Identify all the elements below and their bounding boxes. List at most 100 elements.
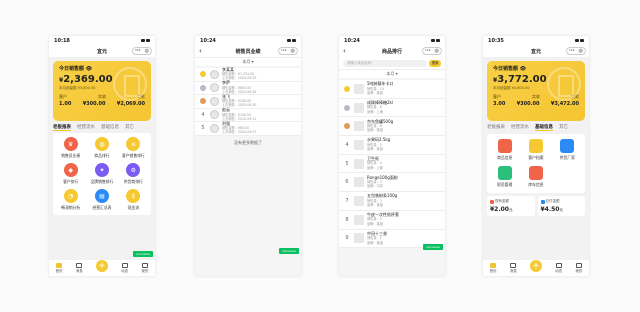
product-row[interactable]: 6 Ronge100g面粉 销售量：3 品牌：中京 — [339, 173, 445, 193]
grid-item[interactable]: 客户档案 — [520, 139, 551, 161]
watermark-logo-icon — [547, 67, 581, 101]
grid-item-label: 销售员业绩 — [61, 153, 81, 158]
salesperson-row[interactable]: 5 刘强 销售金额：¥80.00 上次销售：2020-09-07 — [195, 121, 301, 136]
tab-basic-info[interactable]: 基础信息 — [101, 124, 119, 131]
miniapp-capsule[interactable]: ··· ◎ — [566, 47, 586, 55]
more-icon[interactable]: ··· — [569, 48, 575, 54]
info-icon — [528, 139, 543, 153]
product-row[interactable]: 京东鱼罐500g 销售量：6 品牌：某组 — [339, 117, 445, 137]
close-circle-icon[interactable]: ◎ — [291, 48, 295, 54]
salesperson-row[interactable]: 张飞 销售金额：¥236.00 上次销售：2020-09-20 — [195, 94, 301, 109]
home-icon — [56, 263, 63, 268]
miniapp-capsule[interactable]: ··· ◎ — [132, 47, 152, 55]
period-filter[interactable]: 本月 ▾ — [339, 69, 445, 78]
close-circle-icon[interactable]: ◎ — [145, 48, 149, 54]
vconsole-button[interactable]: vConsole — [423, 244, 443, 250]
tabbar-add[interactable]: + — [95, 260, 108, 274]
brand: 品牌：中京 — [367, 184, 383, 189]
back-icon[interactable]: ‹ — [343, 47, 346, 55]
product-thumbnail — [354, 195, 364, 206]
period-filter[interactable]: 本月 ▾ — [195, 57, 301, 66]
tabbar-me[interactable]: 我的 — [141, 263, 148, 274]
miniapp-capsule[interactable]: ··· ◎ — [422, 47, 442, 55]
product-row[interactable]: 5吨装载车卡口 销售量：10 品牌：某组 — [339, 80, 445, 99]
grid-item[interactable]: ◔ 畅滞销分析 — [55, 189, 86, 211]
grid-item[interactable]: ⚙ 供货商排行 — [118, 163, 149, 185]
tab-boss-report[interactable]: 老板报表 — [53, 124, 71, 131]
grid-item[interactable]: 商品信息 — [489, 139, 520, 161]
report-icon: ◆ — [63, 163, 78, 177]
home-icon — [490, 263, 497, 268]
product-row[interactable]: 7 五包装粉条100g 销售量：3 品牌：某组 — [339, 192, 445, 211]
rank-number: 8 — [345, 216, 349, 223]
grid-item[interactable]: ♛ 销售员业绩 — [55, 137, 86, 159]
product-row[interactable]: 5 卫生纸 销售量：4 品牌：上新 — [339, 155, 445, 174]
plus-icon: + — [95, 260, 108, 272]
product-row[interactable]: 成珠棒棒糖2kl 销售量：8 品牌：上海 — [339, 99, 445, 118]
eye-icon[interactable]: 👁 — [86, 66, 92, 72]
tab-flow[interactable]: 经营流水 — [77, 124, 95, 131]
search-button[interactable]: 搜索 — [429, 59, 441, 67]
grid-item[interactable]: $ 现金流 — [118, 189, 149, 211]
close-circle-icon[interactable]: ◎ — [579, 48, 583, 54]
grid-item[interactable]: ◍ 商品排行 — [86, 137, 117, 159]
tabbar-add[interactable]: + — [529, 260, 542, 274]
miniapp-capsule[interactable]: ··· ◎ — [278, 47, 298, 55]
status-time: 10:18 — [54, 37, 70, 44]
payable-card[interactable]: 应付金额 ¥4.50元 — [537, 196, 585, 216]
salesperson-row[interactable]: 4 赵云 销售金额：¥100.00 上次销售：2020-09-21 — [195, 107, 301, 122]
brand: 品牌：某组 — [367, 203, 383, 208]
tab-other[interactable]: 其它 — [125, 124, 134, 131]
tabbar-feed[interactable]: 动态 — [555, 263, 562, 274]
info-icon — [560, 139, 575, 153]
grid-item[interactable]: 职员管理 — [489, 166, 520, 188]
grid-item[interactable]: ✦ 品牌销售排行 — [86, 163, 117, 185]
salesperson-row[interactable]: 李萨 销售金额：¥800.00 上次销售：2020-09-26 — [195, 80, 301, 95]
page-title: 宜元 — [530, 48, 541, 55]
tabbar-home[interactable]: 首页 — [490, 263, 497, 274]
report-icon: ⚙ — [126, 163, 141, 177]
grid-item-label: 供货厂家 — [559, 155, 575, 160]
tabbar-home[interactable]: 首页 — [56, 263, 63, 274]
tab-flow[interactable]: 经营流水 — [511, 124, 529, 131]
tabbar-me[interactable]: 我的 — [575, 263, 582, 274]
close-circle-icon[interactable]: ◎ — [435, 48, 439, 54]
page-title: 销售员业绩 — [235, 48, 261, 55]
grid-item[interactable]: ≡ 客户销售排行 — [118, 137, 149, 159]
watermark-logo-icon — [113, 67, 147, 101]
tabbar-feed[interactable]: 动态 — [121, 263, 128, 274]
page-title: 宜元 — [96, 48, 107, 55]
medal-icon — [344, 104, 350, 111]
vconsole-button[interactable]: vConsole — [133, 251, 153, 257]
vconsole-button[interactable]: vConsole — [279, 248, 299, 254]
phone-home-basic-info: 10:35 宜元 ··· ◎ 今日销售额 👁 ¥3,772.00 本月销量额 ¥4… — [483, 36, 589, 276]
nav-bar: 宜元 ··· ◎ — [49, 45, 155, 57]
salesperson-row[interactable]: 李某某 销售金额：¥1,234.00 上次销售：2020-09-29 — [195, 67, 301, 82]
more-icon[interactable]: ··· — [135, 48, 141, 54]
grid-item[interactable]: ▤ 经营汇总表 — [86, 189, 117, 211]
grid-item[interactable]: 库存信息 — [520, 166, 551, 188]
back-icon[interactable]: ‹ — [199, 47, 202, 55]
tabbar-message[interactable]: 消息 — [510, 263, 517, 274]
grid-item[interactable]: 供货厂家 — [552, 139, 583, 161]
search-input[interactable]: 请输入商品名称 — [343, 59, 427, 67]
status-bar: 10:24 — [195, 36, 301, 45]
grid-item[interactable]: ◆ 客户排行 — [55, 163, 86, 185]
sales-summary-card: 今日销售额 👁 ¥2,369.00 本月销量额 ¥3,800.00 客户 实收 欠款… — [53, 61, 151, 121]
tab-boss-report[interactable]: 老板报表 — [487, 124, 505, 131]
more-icon[interactable]: ··· — [281, 48, 287, 54]
tab-basic-info[interactable]: 基础信息 — [535, 124, 553, 131]
product-row[interactable]: 8 牛皮一次性纸杯套 销售量：2 品牌：某组 — [339, 211, 445, 230]
report-icon: ≡ — [126, 137, 141, 151]
report-icon: ◍ — [94, 137, 109, 151]
more-icon[interactable]: ··· — [425, 48, 431, 54]
rank-number: 5 — [201, 125, 205, 132]
product-row[interactable]: 4 水果码2.5kg 销售量：5 品牌：某组 — [339, 136, 445, 155]
tabbar-message[interactable]: 消息 — [76, 263, 83, 274]
eye-icon[interactable]: 👁 — [520, 66, 526, 72]
grid-item-label: 客户销售排行 — [121, 153, 145, 158]
nav-bar: 宜元 ··· ◎ — [483, 45, 589, 57]
tab-other[interactable]: 其它 — [559, 124, 568, 131]
cash-balance-card[interactable]: 现有金额 ¥2.00元 — [487, 196, 535, 216]
phone-salesperson-ranking: 10:24 ‹ 销售员业绩 ··· ◎ 本月 ▾ 李某某 销售金额：¥1,234.0… — [195, 36, 301, 276]
